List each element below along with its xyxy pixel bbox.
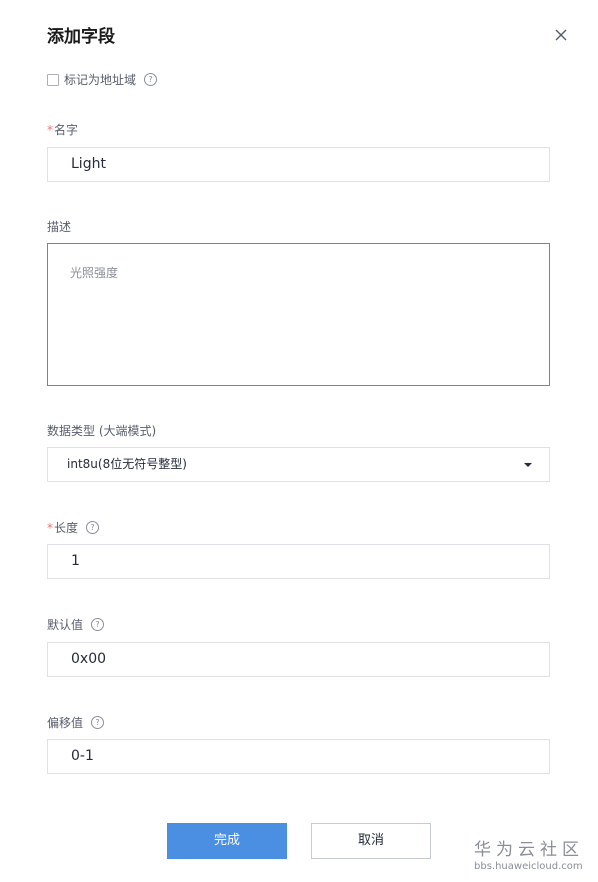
length-input[interactable]: 1 <box>47 544 550 579</box>
caret-down-icon <box>524 463 532 467</box>
watermark-title: 华为云社区 <box>474 840 584 860</box>
description-textarea[interactable]: 光照强度 <box>47 243 550 386</box>
offset-label: 偏移值 <box>47 716 84 730</box>
confirm-button[interactable]: 完成 <box>167 823 287 859</box>
required-mark: * <box>47 520 53 535</box>
name-label: 名字 <box>54 123 79 137</box>
watermark-url: bbs.huaweicloud.com <box>474 861 583 872</box>
offset-input[interactable]: 0-1 <box>47 739 550 774</box>
name-input[interactable]: Light <box>47 147 550 182</box>
data-type-label: 数据类型 (大端模式) <box>47 424 157 438</box>
address-field-checkbox[interactable] <box>47 73 59 86</box>
watermark: 华为云社区 bbs.huaweicloud.com <box>474 840 584 873</box>
required-mark: * <box>47 122 53 137</box>
dialog-title: 添加字段 <box>47 27 115 47</box>
add-field-dialog: 添加字段 标记为地址域 ? * 名字 Light 描述 光照强度 数据类型 (大… <box>0 0 598 882</box>
help-icon[interactable]: ? <box>91 716 105 729</box>
offset-label-row: 偏移值 ? <box>47 714 105 731</box>
cancel-button[interactable]: 取消 <box>311 823 431 859</box>
default-value-input[interactable]: 0x00 <box>47 642 550 677</box>
name-label-row: * 名字 <box>47 121 78 138</box>
default-value-label: 默认值 <box>47 618 84 632</box>
help-icon[interactable]: ? <box>144 73 158 86</box>
default-value-label-row: 默认值 ? <box>47 616 105 633</box>
length-label-row: * 长度 ? <box>47 519 100 536</box>
help-icon[interactable]: ? <box>91 618 105 631</box>
length-label: 长度 <box>54 521 79 535</box>
close-icon[interactable] <box>553 27 569 43</box>
description-label: 描述 <box>47 220 72 234</box>
address-field-label: 标记为地址域 <box>64 73 137 87</box>
address-field-option: 标记为地址域 ? <box>47 71 158 88</box>
data-type-select[interactable]: int8u(8位无符号整型) <box>47 447 550 482</box>
help-icon[interactable]: ? <box>86 521 100 534</box>
data-type-selected-value: int8u(8位无符号整型) <box>67 457 187 471</box>
